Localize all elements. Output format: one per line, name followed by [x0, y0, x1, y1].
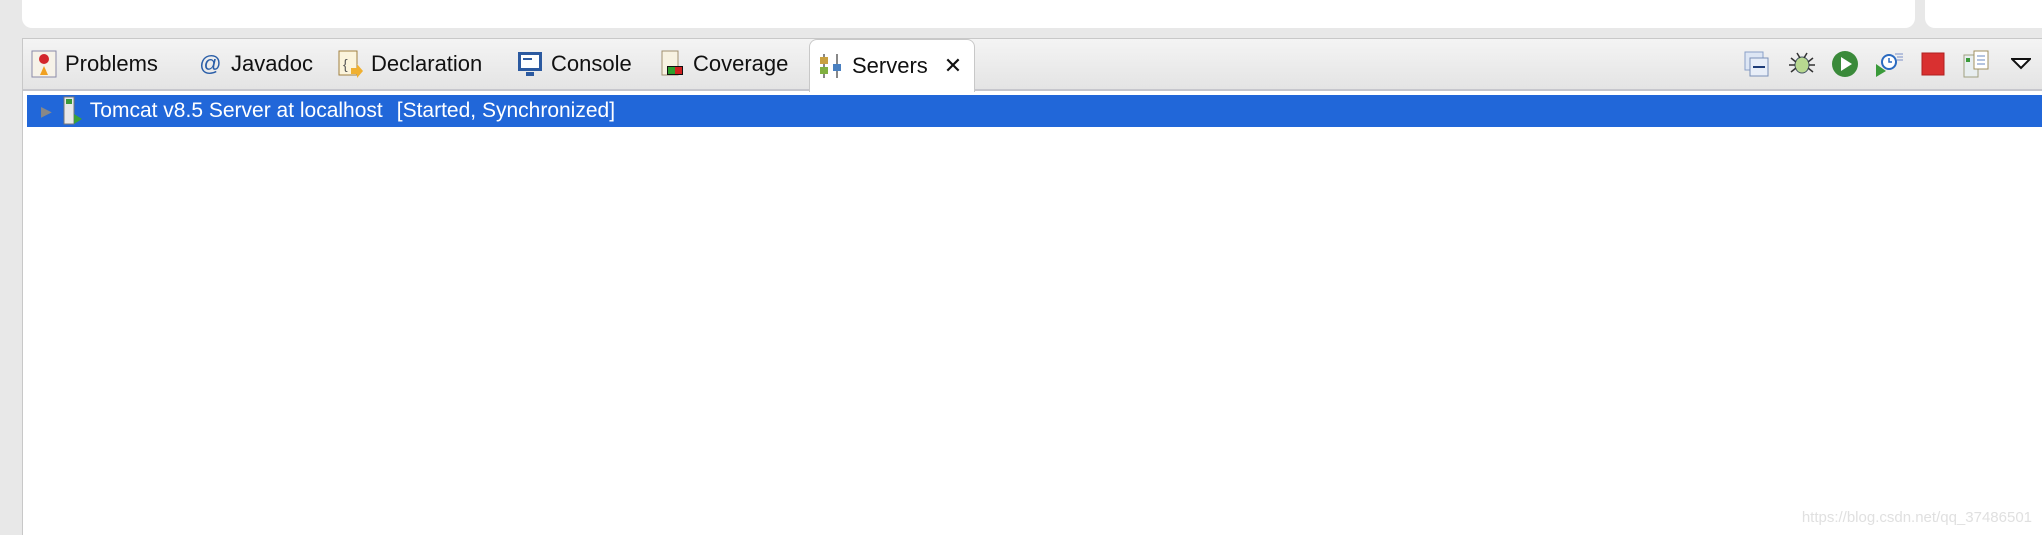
problems-icon [31, 50, 57, 78]
declaration-icon: { [337, 50, 363, 78]
tomcat-server-icon [62, 96, 84, 126]
profile-icon[interactable] [1867, 50, 1911, 78]
publish-icon[interactable] [1955, 49, 1999, 79]
tab-declaration[interactable]: { Declaration [337, 39, 482, 89]
start-icon[interactable] [1823, 50, 1867, 78]
view-toolbar [1735, 47, 2042, 81]
coverage-icon [659, 50, 685, 78]
expand-triangle-icon[interactable]: ▶ [41, 103, 52, 120]
tab-problems[interactable]: Problems [31, 39, 158, 89]
server-row[interactable]: ▶ Tomcat v8.5 Server at localhost [Start… [27, 95, 2042, 127]
servers-view: Problems @ Javadoc { Declaration Console… [22, 38, 2042, 535]
tab-javadoc[interactable]: @ Javadoc [197, 39, 313, 89]
editor-area [22, 0, 1915, 28]
debug-icon[interactable] [1779, 50, 1823, 78]
tab-servers[interactable]: Servers ✕ [809, 39, 976, 92]
collapse-icon[interactable] [1735, 50, 1779, 78]
view-menu-icon[interactable] [1999, 57, 2042, 71]
servers-icon [818, 52, 844, 80]
stop-icon[interactable] [1911, 51, 1955, 77]
side-panel [1925, 0, 2042, 28]
tab-console[interactable]: Console [517, 39, 632, 89]
svg-text:{: { [343, 56, 348, 72]
watermark: https://blog.csdn.net/qq_37486501 [1801, 509, 2032, 526]
close-icon[interactable]: ✕ [944, 53, 962, 79]
tab-coverage[interactable]: Coverage [659, 39, 788, 89]
at-icon: @ [198, 51, 222, 76]
console-icon [517, 50, 543, 78]
